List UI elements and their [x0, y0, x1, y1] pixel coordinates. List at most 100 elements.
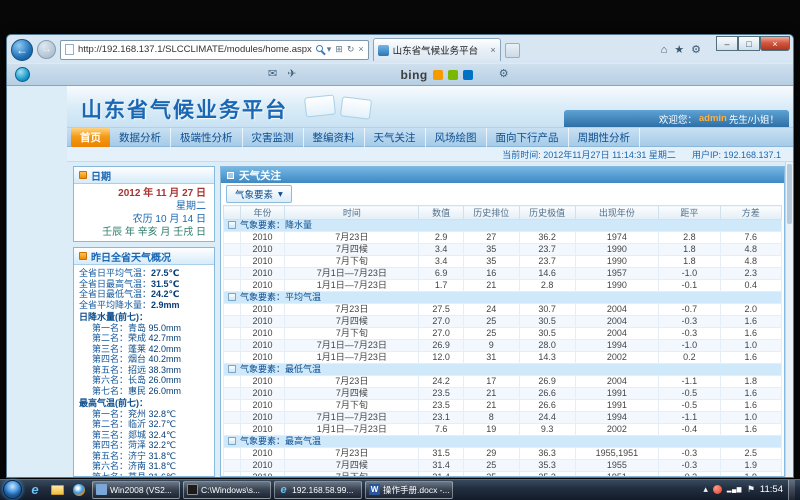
section-row[interactable]: 气象要素：最高气温: [224, 436, 782, 448]
data-row[interactable]: 20107月下旬27.02530.52004-0.31.6: [224, 328, 782, 340]
column-header[interactable]: 方差: [720, 206, 781, 220]
data-row[interactable]: 20107月四候27.02530.52004-0.31.6: [224, 316, 782, 328]
data-row[interactable]: 20107月四候23.52126.61991-0.51.6: [224, 388, 782, 400]
vertical-scrollbar[interactable]: [785, 162, 793, 477]
url-text[interactable]: http://192.168.137.1/SLCCLIMATE/modules/…: [78, 44, 312, 55]
section-expand-icon[interactable]: [228, 221, 236, 229]
data-row[interactable]: 20107月1日—7月23日26.9928.01994-1.01.0: [224, 340, 782, 352]
user-ip-text: 用户IP: 192.168.137.1: [692, 148, 781, 161]
browser-viewport: 山东省气候业务平台 欢迎您： admin 先生/小姐！ 首页数据分析极端性分析灾…: [7, 85, 793, 477]
bing-orange-icon[interactable]: [433, 70, 443, 80]
data-row[interactable]: 20107月1日—7月23日23.1824.41994-1.11.0: [224, 412, 782, 424]
nav-item[interactable]: 首页: [71, 128, 110, 147]
section-expand-icon[interactable]: [228, 293, 236, 301]
maximize-button[interactable]: □: [738, 36, 760, 51]
show-desktop-button[interactable]: [788, 480, 795, 500]
bing-green-icon[interactable]: [448, 70, 458, 80]
nav-item[interactable]: 风场绘图: [426, 128, 487, 147]
toolbar-gear-icon[interactable]: ⚙: [499, 69, 509, 80]
taskbar-clock[interactable]: 11:54: [760, 484, 783, 495]
taskbar-button[interactable]: e192.168.58.99...: [274, 481, 362, 499]
taskbar-button[interactable]: Win2008 (VS2...: [92, 481, 180, 499]
nav-item[interactable]: 灾害监测: [243, 128, 304, 147]
data-row[interactable]: 20107月下旬23.52126.61991-0.51.6: [224, 400, 782, 412]
browser-tab[interactable]: 山东省气候业务平台 ×: [373, 38, 501, 61]
data-row[interactable]: 20107月23日24.21726.92004-1.11.8: [224, 376, 782, 388]
nav-item[interactable]: 极端性分析: [171, 128, 243, 147]
data-row[interactable]: 20107月下旬31.42535.31951-0.31.9: [224, 472, 782, 477]
data-row[interactable]: 20107月下旬3.43523.719901.84.8: [224, 256, 782, 268]
app-icon: [96, 484, 107, 495]
nav-item[interactable]: 周期性分析: [569, 128, 641, 147]
explorer-quicklaunch-icon[interactable]: [48, 481, 66, 498]
data-row[interactable]: 20101月1日—7月23日1.7212.81990-0.10.4: [224, 280, 782, 292]
close-button[interactable]: ×: [760, 36, 790, 51]
data-row[interactable]: 20101月1日—7月23日7.6199.32002-0.41.6: [224, 424, 782, 436]
rank-item: 第五名：济宁 31.8℃: [79, 451, 209, 462]
section-row[interactable]: 气象要素：平均气温: [224, 292, 782, 304]
mediaplayer-quicklaunch-icon[interactable]: [70, 481, 88, 498]
weather-icon: [79, 252, 87, 260]
taskbar-button[interactable]: C:\Windows\s...: [183, 481, 271, 499]
data-row[interactable]: 20107月四候3.43523.719901.84.8: [224, 244, 782, 256]
stop-button[interactable]: ×: [358, 45, 363, 54]
flag-icon[interactable]: ⚑: [747, 484, 755, 495]
column-header[interactable]: 数值: [419, 206, 464, 220]
weather-focus-header: 天气关注: [221, 167, 784, 183]
taskbar-button[interactable]: W操作手册.docx -...: [365, 481, 453, 499]
compatibility-view-icon[interactable]: ⊞: [335, 45, 343, 54]
summary-panel: 昨日全省天气概况 全省日平均气温：27.5℃全省日最高气温：31.5℃全省日最低…: [73, 247, 215, 477]
data-row[interactable]: 20101月1日—7月23日12.03114.320020.21.6: [224, 352, 782, 364]
nav-item[interactable]: 数据分析: [110, 128, 171, 147]
forward-arrow-icon: →: [42, 44, 52, 55]
refresh-button[interactable]: ↻: [347, 45, 355, 54]
back-button[interactable]: ←: [11, 39, 33, 61]
forward-button[interactable]: →: [37, 40, 56, 59]
address-bar[interactable]: http://192.168.137.1/SLCCLIMATE/modules/…: [60, 40, 369, 60]
show-hidden-icons-button[interactable]: ▴: [703, 484, 708, 495]
column-header[interactable]: 出现年份: [575, 206, 659, 220]
nav-item[interactable]: 面向下行产品: [487, 128, 569, 147]
favorites-star-icon[interactable]: ★: [674, 43, 684, 56]
data-row[interactable]: 20107月23日2.92736.219742.87.6: [224, 232, 782, 244]
data-row[interactable]: 20107月四候31.42535.31955-0.31.9: [224, 460, 782, 472]
send-icon[interactable]: ✈: [287, 69, 296, 80]
ie-quicklaunch-icon[interactable]: e: [26, 481, 44, 498]
section-row[interactable]: 气象要素：降水量: [224, 220, 782, 232]
messenger-icon[interactable]: [15, 67, 30, 82]
data-row[interactable]: 20107月23日27.52430.72004-0.72.0: [224, 304, 782, 316]
nav-item[interactable]: 天气关注: [365, 128, 426, 147]
network-icon[interactable]: ▂▄▆: [727, 486, 742, 493]
column-header[interactable]: 时间: [285, 206, 419, 220]
date-panel: 日期 2012 年 11 月 27 日星期二农历 10 月 14 日壬辰 年 辛…: [73, 166, 215, 242]
date-line: 农历 10 月 14 日: [78, 213, 206, 226]
bing-logo[interactable]: bing: [400, 68, 427, 82]
section-row[interactable]: 气象要素：最低气温: [224, 364, 782, 376]
start-button[interactable]: [3, 480, 22, 499]
element-filter-button[interactable]: 气象要素 ▾: [226, 185, 292, 203]
chevron-down-icon[interactable]: ▾: [327, 45, 332, 54]
column-header[interactable]: 历史极值: [519, 206, 575, 220]
scrollbar-thumb[interactable]: [787, 164, 792, 224]
date-panel-title: 日期: [91, 168, 111, 183]
data-row[interactable]: 20107月23日31.52936.31955,1951-0.32.5: [224, 448, 782, 460]
bing-blue-icon[interactable]: [463, 70, 473, 80]
column-header[interactable]: 历史排位: [463, 206, 519, 220]
search-icon[interactable]: [316, 45, 323, 54]
column-header[interactable]: 距平: [659, 206, 720, 220]
gear-icon[interactable]: ⚙: [691, 43, 701, 56]
rank-item: 第一名：兖州 32.8℃: [79, 409, 209, 420]
section-expand-icon[interactable]: [228, 365, 236, 373]
column-header[interactable]: 年份: [240, 206, 285, 220]
alert-icon[interactable]: [713, 485, 722, 494]
date-line: 2012 年 11 月 27 日: [78, 187, 206, 200]
nav-item[interactable]: 整编资料: [304, 128, 365, 147]
minimize-button[interactable]: –: [716, 36, 738, 51]
tab-close-button[interactable]: ×: [490, 45, 495, 55]
new-tab-button[interactable]: [505, 43, 520, 58]
data-row[interactable]: 20107月1日—7月23日6.91614.61957-1.02.3: [224, 268, 782, 280]
home-icon[interactable]: ⌂: [661, 44, 668, 56]
date-panel-header: 日期: [74, 167, 214, 184]
mail-icon[interactable]: ✉: [268, 69, 277, 80]
section-expand-icon[interactable]: [228, 437, 236, 445]
